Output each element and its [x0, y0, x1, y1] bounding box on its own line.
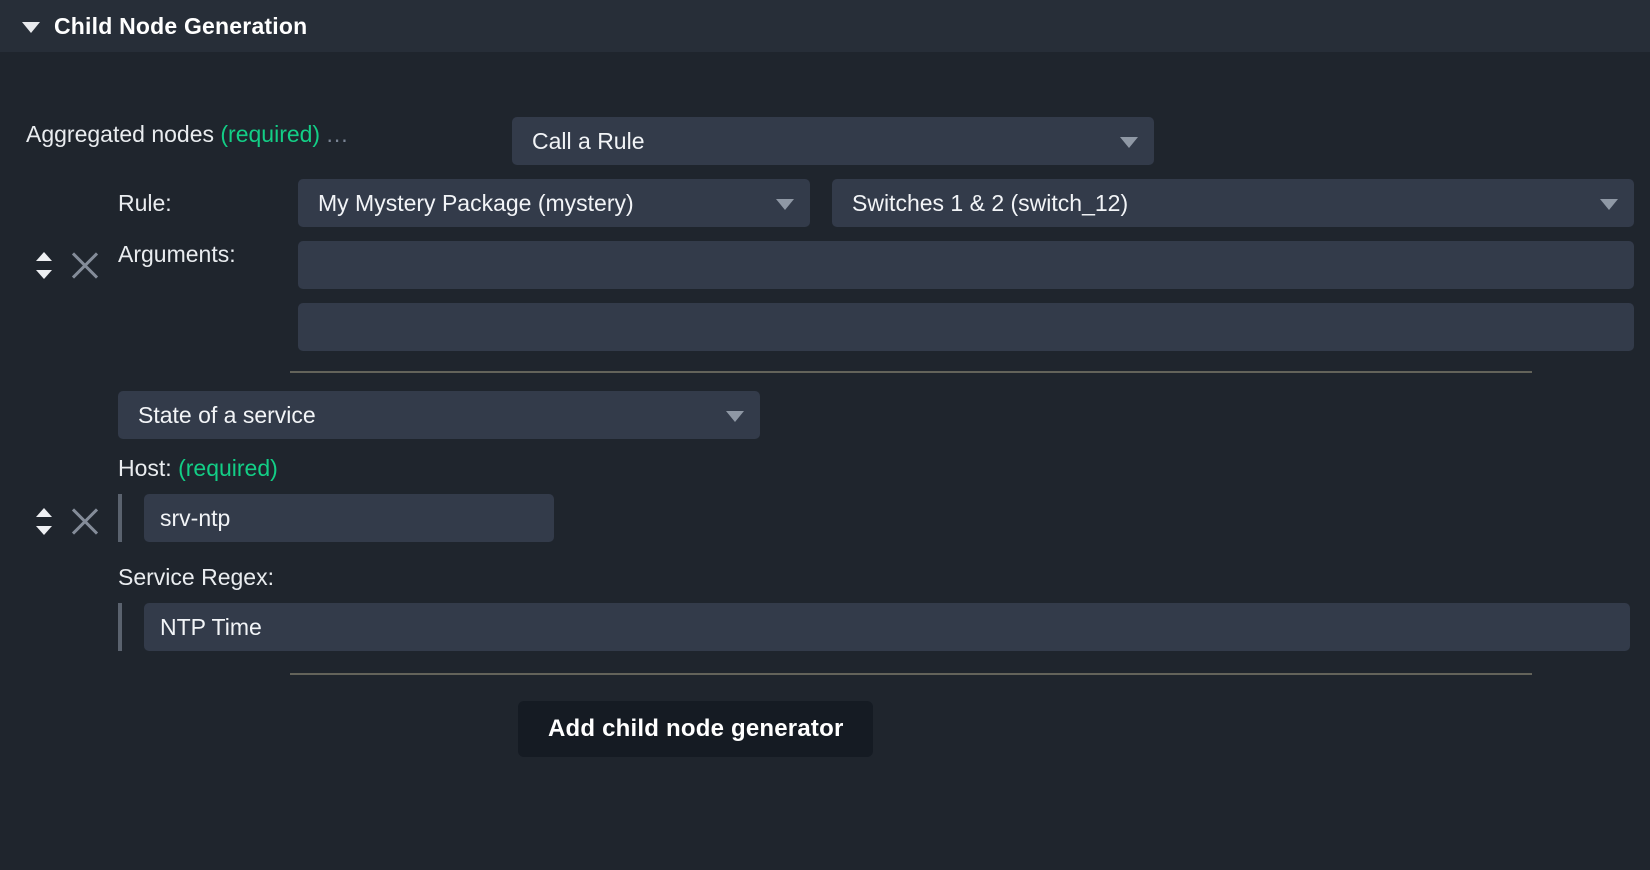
- page-title: Child Node Generation: [54, 13, 307, 40]
- aggregated-nodes-type-value: Call a Rule: [532, 128, 645, 155]
- service-regex-input[interactable]: [144, 603, 1630, 651]
- chevron-down-icon[interactable]: [36, 270, 52, 279]
- host-label: Host: (required): [118, 455, 1634, 482]
- host-input[interactable]: [144, 494, 554, 542]
- footer: Add child node generator: [0, 675, 1650, 757]
- chevron-down-icon: [1120, 137, 1138, 148]
- arguments-row: Arguments:: [118, 241, 1634, 351]
- argument-input-1[interactable]: [298, 241, 1634, 289]
- rule-package-select[interactable]: My Mystery Package (mystery): [298, 179, 810, 227]
- host-input-row: [118, 494, 1634, 542]
- section-header[interactable]: Child Node Generation: [0, 0, 1650, 52]
- chevron-down-icon: [776, 199, 794, 210]
- service-regex-label: Service Regex:: [118, 564, 1634, 591]
- aggregated-nodes-label-text: Aggregated nodes: [26, 121, 214, 147]
- rule-row: Rule: My Mystery Package (mystery) Switc…: [118, 179, 1634, 227]
- indent-bar: [118, 603, 122, 651]
- service-regex-input-wrap: [144, 603, 1634, 651]
- generator-entry-state-of-a-service: State of a service Host: (required) Serv…: [0, 391, 1650, 651]
- chevron-up-icon[interactable]: [36, 508, 52, 517]
- rule-name-value: Switches 1 & 2 (switch_12): [852, 190, 1128, 217]
- service-regex-input-row: [118, 603, 1634, 651]
- service-type-select[interactable]: State of a service: [118, 391, 760, 439]
- panel-body: Aggregated nodes (required) ... Call a R…: [0, 52, 1650, 757]
- close-x-icon[interactable]: [70, 506, 100, 536]
- rule-package-value: My Mystery Package (mystery): [318, 190, 634, 217]
- chevron-down-icon: [726, 411, 744, 422]
- chevron-down-icon[interactable]: [36, 526, 52, 535]
- state-of-a-service-fields: State of a service Host: (required) Serv…: [118, 391, 1650, 651]
- rule-label: Rule:: [118, 179, 298, 227]
- arguments-label-wrap: Arguments:: [118, 241, 298, 268]
- rule-name-select[interactable]: Switches 1 & 2 (switch_12): [832, 179, 1634, 227]
- close-x-icon[interactable]: [70, 250, 100, 280]
- chevron-up-icon[interactable]: [36, 252, 52, 261]
- generator-entry-call-a-rule: Rule: My Mystery Package (mystery) Switc…: [0, 179, 1650, 351]
- required-marker: (required): [220, 121, 320, 147]
- host-input-wrap: [144, 494, 554, 542]
- aggregated-nodes-type-select[interactable]: Call a Rule: [512, 117, 1154, 165]
- entry-divider: [290, 371, 1532, 373]
- host-required-marker: (required): [178, 455, 278, 481]
- caret-down-icon[interactable]: [22, 22, 40, 33]
- up-down-chevron-icon[interactable]: [36, 252, 52, 279]
- help-ellipsis[interactable]: ...: [327, 121, 349, 147]
- indent-bar: [118, 494, 122, 542]
- host-label-text: Host:: [118, 455, 172, 481]
- up-down-chevron-icon[interactable]: [36, 508, 52, 535]
- arguments-label: Arguments:: [118, 241, 236, 268]
- arguments-inputs: [298, 241, 1634, 351]
- chevron-down-icon: [1600, 199, 1618, 210]
- entry-controls: [0, 391, 118, 651]
- add-child-node-generator-button[interactable]: Add child node generator: [518, 701, 873, 757]
- aggregated-nodes-label: Aggregated nodes (required) ...: [0, 117, 512, 151]
- rule-selects: My Mystery Package (mystery) Switches 1 …: [298, 179, 1634, 227]
- entry-controls: [0, 179, 118, 351]
- service-type-value: State of a service: [138, 402, 316, 429]
- argument-input-2[interactable]: [298, 303, 1634, 351]
- child-node-generation-panel: Child Node Generation Aggregated nodes (…: [0, 0, 1650, 870]
- call-a-rule-fields: Rule: My Mystery Package (mystery) Switc…: [118, 179, 1650, 351]
- aggregated-nodes-row: Aggregated nodes (required) ... Call a R…: [0, 52, 1650, 165]
